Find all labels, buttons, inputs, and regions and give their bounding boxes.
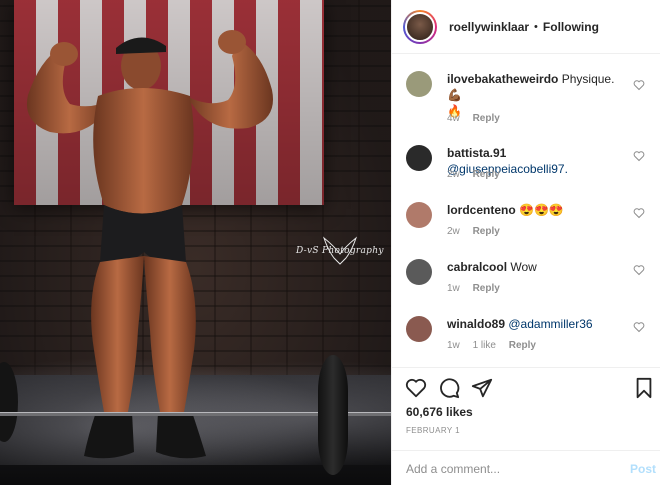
commenter-avatar[interactable] (406, 145, 432, 171)
story-ring[interactable] (403, 9, 437, 44)
post-actions: 60,676 likes FEBRUARY 1 Post (392, 367, 660, 485)
comment-item: battista.91 @giuseppeiacobelli97... 2w R… (392, 129, 660, 186)
comment-like-heart-icon[interactable] (633, 79, 645, 91)
comment-body: cabralcool Wow (447, 259, 629, 275)
post-date[interactable]: FEBRUARY 1 (406, 426, 460, 435)
comment-meta: 2w Reply (447, 226, 510, 237)
watermark-text: D-vS Photography (296, 246, 384, 256)
comment-like-heart-icon[interactable] (633, 150, 645, 162)
post-comment-button[interactable]: Post (630, 462, 656, 476)
reply-button[interactable]: Reply (473, 283, 500, 294)
bookmark-icon[interactable] (633, 377, 655, 399)
commenter-username[interactable]: cabralcool (447, 260, 507, 274)
add-comment-bar: Post (392, 450, 660, 485)
comment-body: ilovebakatheweirdo Physique.💪🏾 🔥 (447, 71, 629, 119)
commenter-username[interactable]: winaldo89 (447, 317, 505, 331)
photo-watermark: D-vS Photography (294, 234, 389, 270)
comment-meta: 4w Reply (447, 113, 510, 124)
comment-meta: 1w 1 like Reply (447, 340, 546, 351)
post-side-panel: roellywinklaar • Following ilovebakathew… (391, 0, 660, 485)
comments-list: ilovebakatheweirdo Physique.💪🏾 🔥 4w Repl… (392, 55, 660, 367)
post-photo[interactable]: D-vS Photography (0, 0, 391, 485)
reply-button[interactable]: Reply (509, 340, 536, 351)
comment-body: lordcenteno 😍😍😍 (447, 202, 629, 218)
comment-text: Wow (510, 260, 537, 274)
reply-button[interactable]: Reply (473, 169, 500, 180)
commenter-avatar[interactable] (406, 71, 432, 97)
commenter-username[interactable]: ilovebakatheweirdo (447, 72, 558, 86)
commenter-username[interactable]: lordcenteno (447, 203, 516, 217)
commenter-username[interactable]: battista.91 (447, 146, 506, 160)
comment-like-heart-icon[interactable] (633, 207, 645, 219)
comment-text: 😍😍😍 (519, 203, 564, 217)
heart-icon[interactable] (405, 377, 427, 399)
comment-item: winaldo89 @adammiller36 1w 1 like Reply (392, 300, 660, 357)
comment-like-heart-icon[interactable] (633, 321, 645, 333)
comment-body: winaldo89 @adammiller36 (447, 316, 629, 332)
share-icon[interactable] (471, 377, 493, 399)
barbell-plate-right (318, 355, 348, 475)
comment-item: lordcenteno 😍😍😍 2w Reply (392, 186, 660, 243)
comment-time[interactable]: 1w (447, 340, 460, 351)
comment-like-heart-icon[interactable] (633, 264, 645, 276)
comment-time[interactable]: 2w (447, 226, 460, 237)
reply-button[interactable]: Reply (473, 113, 500, 124)
header-separator: • (534, 20, 538, 33)
comment-likes-count[interactable]: 1 like (473, 340, 496, 351)
comment-mention[interactable]: @adammiller36 (508, 317, 592, 331)
comment-item: ilovebakatheweirdo Physique.💪🏾 🔥 4w Repl… (392, 55, 660, 124)
comment-time[interactable]: 4w (447, 113, 460, 124)
author-avatar[interactable] (405, 11, 435, 42)
comment-item: cabralcool Wow 1w Reply (392, 243, 660, 300)
author-username[interactable]: roellywinklaar (449, 20, 529, 34)
following-button[interactable]: Following (543, 20, 599, 34)
commenter-avatar[interactable] (406, 259, 432, 285)
comment-meta: 1w Reply (447, 283, 510, 294)
commenter-avatar[interactable] (406, 316, 432, 342)
likes-count[interactable]: 60,676 likes (406, 405, 473, 419)
comment-meta: 2w Reply (447, 169, 510, 180)
comment-icon[interactable] (438, 377, 460, 399)
reply-button[interactable]: Reply (473, 226, 500, 237)
comment-time[interactable]: 2w (447, 169, 460, 180)
commenter-avatar[interactable] (406, 202, 432, 228)
post-header: roellywinklaar • Following (392, 0, 660, 54)
comment-time[interactable]: 1w (447, 283, 460, 294)
comment-input[interactable] (406, 460, 606, 478)
